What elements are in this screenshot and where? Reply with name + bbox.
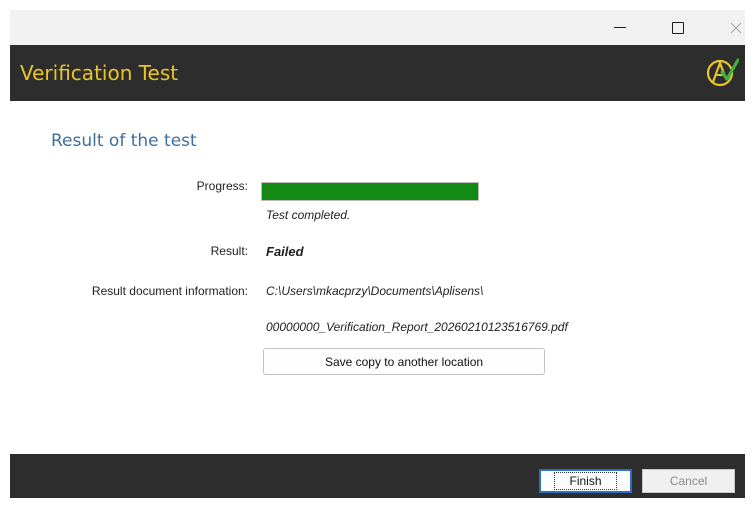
dialog-title: Verification Test (20, 61, 179, 85)
document-path: C:\Users\mkacprzy\Documents\Aplisens\ (266, 284, 484, 298)
finish-button-label: Finish (554, 472, 617, 490)
progress-status: Test completed. (266, 208, 351, 222)
cancel-button[interactable]: Cancel (642, 469, 735, 493)
title-bar (10, 10, 745, 45)
progress-bar (261, 182, 479, 201)
save-copy-button[interactable]: Save copy to another location (263, 348, 545, 375)
close-icon (730, 22, 742, 33)
finish-button[interactable]: Finish (539, 469, 632, 493)
document-filename: 00000000_Verification_Report_20260210123… (266, 320, 568, 334)
result-value: Failed (266, 244, 304, 259)
dialog-footer: Finish Cancel (10, 454, 745, 498)
minimize-button[interactable] (597, 10, 643, 45)
progress-fill (262, 183, 478, 200)
maximize-button[interactable] (655, 10, 701, 45)
verification-dialog: Verification Test Result of the test Pro… (10, 10, 745, 498)
result-label: Result: (210, 244, 248, 258)
document-info-label: Result document information: (91, 284, 248, 298)
minimize-icon (614, 27, 626, 28)
close-button[interactable] (713, 10, 755, 45)
maximize-icon (672, 21, 684, 34)
progress-label: Progress: (196, 179, 248, 193)
aplisens-logo-icon (706, 58, 739, 87)
section-title: Result of the test (51, 131, 197, 151)
dialog-header: Verification Test (10, 45, 745, 101)
